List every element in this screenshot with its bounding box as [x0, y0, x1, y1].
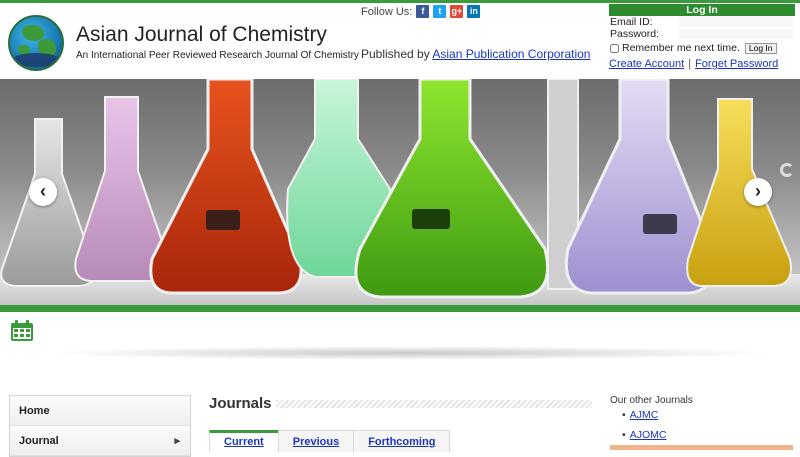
site-title[interactable]: Asian Journal of Chemistry	[76, 23, 327, 47]
journal-globe-logo[interactable]	[8, 15, 64, 71]
create-account-link[interactable]: Create Account	[609, 58, 684, 70]
publisher-line: Published by Asian Publication Corporati…	[361, 47, 590, 61]
password-row: Password:	[609, 28, 795, 40]
journal-link-ajomc[interactable]: AJOMC	[630, 429, 667, 441]
remember-checkbox[interactable]	[610, 43, 619, 53]
list-item: AJMC	[622, 408, 666, 428]
twitter-icon[interactable]: t	[433, 5, 447, 18]
site-subtitle: An International Peer Reviewed Research …	[76, 50, 359, 61]
other-journals-list: AJMC AJOMC	[622, 408, 667, 448]
title-divider	[276, 400, 592, 408]
password-field[interactable]	[679, 29, 793, 39]
green-band	[0, 305, 800, 312]
login-heading: Log In	[609, 4, 795, 16]
other-journals-title: Our other Journals	[610, 395, 693, 406]
tab-current[interactable]: Current	[209, 430, 279, 452]
tab-previous[interactable]: Previous	[277, 430, 355, 452]
journal-tabs: Current Previous Forthcoming	[209, 430, 451, 452]
section-shadow	[40, 346, 780, 360]
google-plus-icon[interactable]: g+	[450, 5, 464, 18]
calendar-icon[interactable]	[10, 320, 34, 342]
publisher-link[interactable]: Asian Publication Corporation	[432, 47, 590, 61]
follow-us: Follow Us: f t g+ in	[361, 5, 481, 18]
nav-item-home[interactable]: Home	[10, 396, 190, 426]
page-title: Journals	[209, 395, 272, 412]
email-label: Email ID:	[610, 16, 653, 28]
password-label: Password:	[610, 28, 660, 40]
remember-label: Remember me next time.	[622, 42, 740, 54]
nav-item-label: Home	[19, 405, 50, 417]
left-nav-menu: Home Journal ▸	[9, 395, 191, 457]
slider-prev-button[interactable]: ‹	[29, 178, 57, 206]
journal-link-ajmc[interactable]: AJMC	[630, 409, 659, 421]
login-box: Log In Email ID: Password: Remember me n…	[609, 4, 795, 74]
login-button[interactable]: Log In	[744, 42, 777, 54]
email-row: Email ID:	[609, 16, 795, 28]
sidebar-orange-bar	[610, 445, 793, 450]
linkedin-icon[interactable]: in	[467, 5, 481, 18]
chevron-right-icon: ▸	[174, 435, 180, 447]
email-field[interactable]	[679, 17, 793, 27]
lab-flasks-image	[0, 79, 800, 305]
nav-item-label: Journal	[19, 435, 59, 447]
published-prefix: Published by	[361, 47, 430, 61]
nav-item-journal[interactable]: Journal ▸	[10, 426, 190, 456]
forget-password-link[interactable]: Forget Password	[695, 58, 778, 70]
tab-forthcoming[interactable]: Forthcoming	[353, 430, 451, 452]
facebook-icon[interactable]: f	[416, 5, 430, 18]
remember-row: Remember me next time. Log In	[609, 41, 795, 55]
slider-loading-icon	[780, 163, 794, 177]
login-links: Create Account | Forget Password	[609, 58, 795, 70]
hero-slider[interactable]	[0, 79, 800, 305]
follow-label: Follow Us:	[361, 5, 413, 18]
slider-next-button[interactable]: ›	[744, 178, 772, 206]
link-separator: |	[688, 58, 692, 70]
